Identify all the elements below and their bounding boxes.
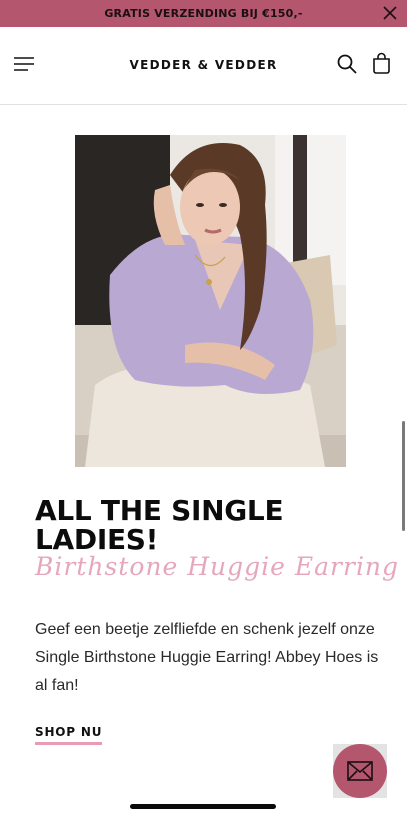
- script-subtitle: Birthstone Huggie Earring: [35, 552, 400, 581]
- site-header: VEDDER & VEDDER: [0, 27, 407, 105]
- headline: ALL THE SINGLE LADIES!: [35, 494, 284, 556]
- body-text: Geef een beetje zelfliefde en schenk jez…: [35, 621, 379, 694]
- hero-image: [75, 135, 346, 467]
- contact-button[interactable]: [333, 744, 387, 798]
- shopping-bag-icon[interactable]: [372, 52, 391, 74]
- shop-now-link[interactable]: SHOP NU: [35, 725, 103, 745]
- home-indicator: [130, 804, 276, 809]
- promo-text: GRATIS VERZENDING BIJ €150,-: [104, 7, 303, 20]
- scrollbar[interactable]: [402, 421, 405, 531]
- close-icon[interactable]: [383, 6, 397, 20]
- search-icon[interactable]: [337, 54, 357, 74]
- envelope-icon: [347, 761, 373, 781]
- promo-bar: GRATIS VERZENDING BIJ €150,-: [0, 0, 407, 27]
